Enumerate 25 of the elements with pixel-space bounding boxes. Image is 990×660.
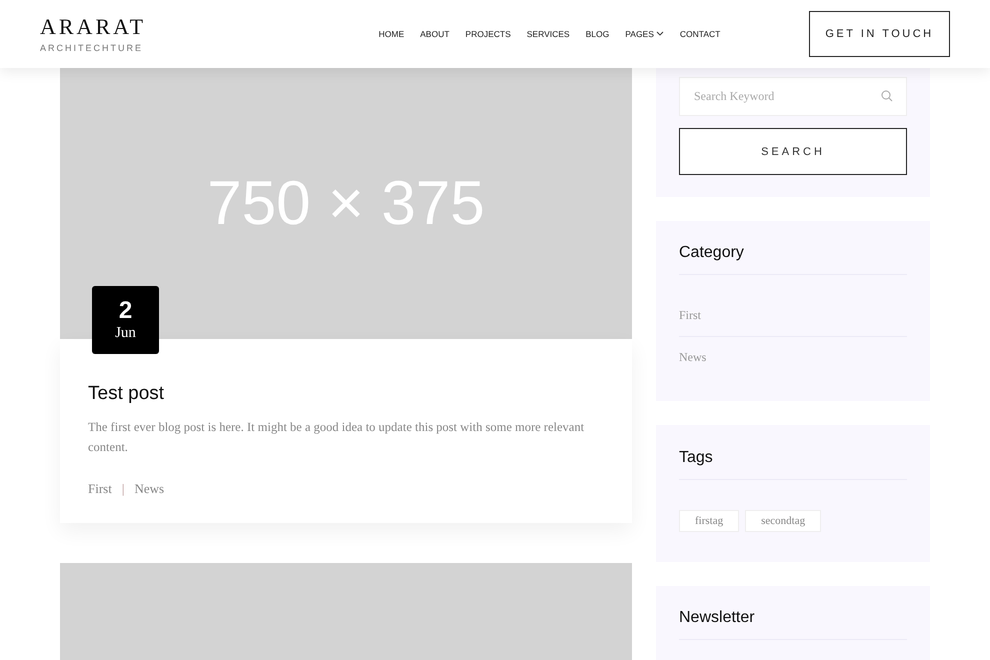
nav-link[interactable]: ABOUT [420,29,450,39]
category-link[interactable]: News [134,481,164,497]
widget-title: Tags [679,449,907,480]
nav-link[interactable]: PAGES [625,29,664,39]
tag-link[interactable]: firstag [679,510,740,532]
tag-link[interactable]: secondtag [745,510,822,532]
category-link[interactable]: First [88,481,112,497]
nav-link[interactable]: BLOG [586,29,610,39]
widget-title: Newsletter [679,609,907,640]
search-button[interactable]: SEARCH [679,128,907,175]
logo-tagline: ARCHITECHTURE [40,42,144,52]
search-icon [881,90,893,102]
get-in-touch-button[interactable]: GET IN TOUCH [809,11,950,57]
widget-title: Category [679,244,907,275]
post-title[interactable]: Test post [88,383,604,405]
logo-name[interactable]: ARARAT [40,16,240,38]
post-excerpt: The first ever blog post is here. It might be a good idea to update this post with some more relevant content. [88,419,586,456]
nav-link[interactable]: CONTACT [680,29,720,39]
nav-link[interactable]: HOME [378,29,404,39]
search-field[interactable]: Search Keyword [679,77,907,116]
date-month: Jun [115,324,136,342]
date-day: 2 [118,298,132,325]
nav-link[interactable]: SERVICES [526,29,570,39]
separator: | [122,481,124,497]
nav-link[interactable]: PROJECTS [465,29,511,39]
